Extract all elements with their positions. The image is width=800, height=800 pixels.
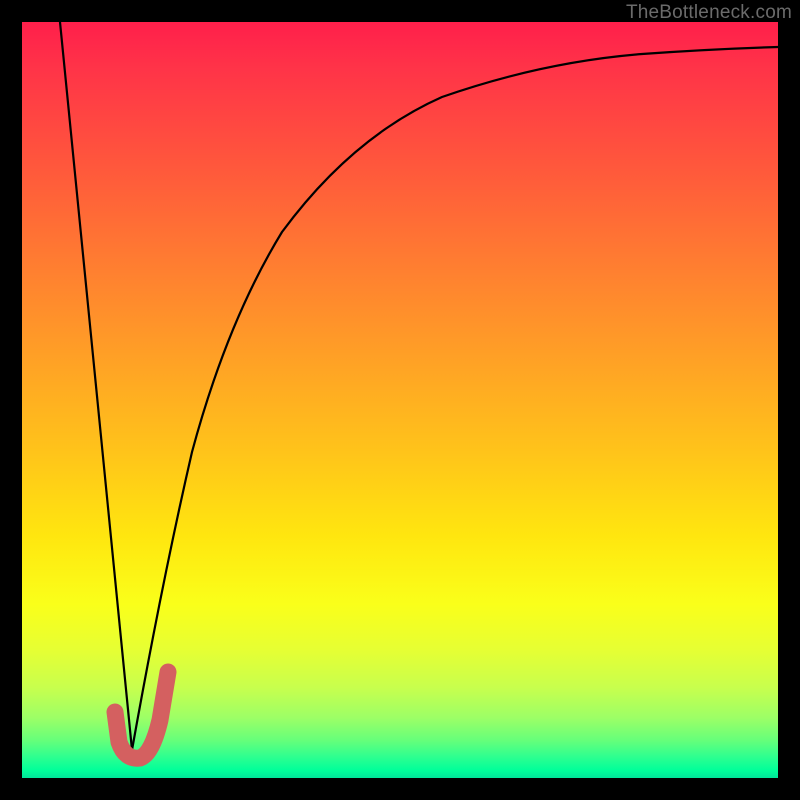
left-branch-line [60,22,132,750]
right-branch-line [132,47,778,750]
plot-area [22,22,778,778]
attribution-text: TheBottleneck.com [626,2,792,24]
marker-j [115,672,168,758]
curves-svg [22,22,778,778]
chart-frame: TheBottleneck.com [0,0,800,800]
